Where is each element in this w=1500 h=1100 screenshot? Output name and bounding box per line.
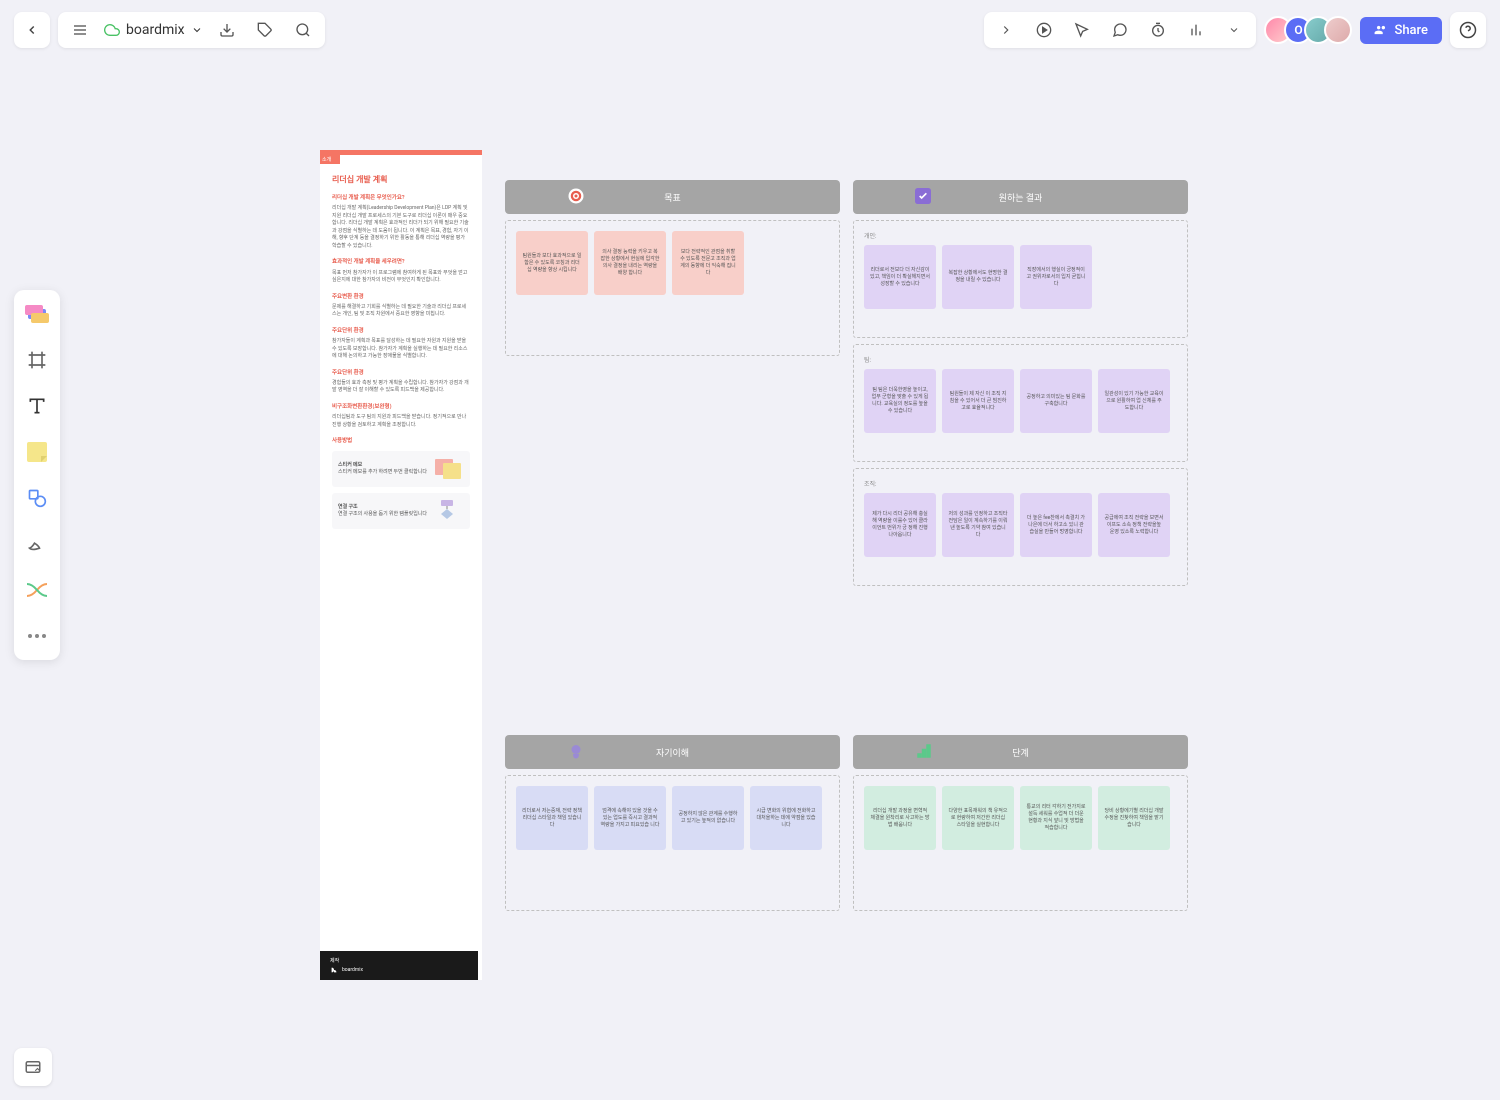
steps-icon [915,742,933,763]
section-box-goals[interactable]: 팀원들과 보다 효과적으로 일함은 수 있도록 코칭과 리더십 역량을 향상 시… [505,220,840,356]
doc-heading: 사용방법 [332,437,470,445]
collaborator-avatars[interactable]: O [1264,16,1352,44]
sticky-note[interactable]: 더 높은 fee찬에서 촉결치 가 나은에 더서 하고소 있니 관습실을 만들어… [1020,493,1092,557]
frame-tool[interactable] [23,346,51,374]
section-header-results: 원하는 결과 [853,180,1188,214]
sticky-note[interactable]: 공급에여 조직 전략을 보면서 이프도 소속 정책 전략을높 운영 있소록 노력… [1098,493,1170,557]
text-tool[interactable] [23,392,51,420]
section-title: 원하는 결과 [999,191,1043,204]
sticky-note[interactable]: 리더로서 저는중재, 전략 정책 리더십 스타일과 책임 있습니다 [516,786,588,850]
timer-button[interactable] [1144,16,1172,44]
brand-icon [330,966,338,974]
tag-button[interactable] [251,16,279,44]
document-panel: 소개 리더십 개발 계획 리더십 개발 계획은 무엇인가요? 리더십 개발 계획… [320,150,482,980]
doc-footer: 제작 boardmix [320,951,478,980]
sticky-note[interactable]: 리더로서 전보다 더 자신감이 있고, 책임이 더 확실해지면서 성장할 수 있… [864,245,936,309]
menu-button[interactable] [66,16,94,44]
chevron-down-icon [191,24,203,36]
doc-heading: 비구조화변환환경(보완형) [332,403,470,411]
doc-help-card: 스티커 메모 스티커 메모를 추가 하려면 두번 클릭합니다 [332,451,470,487]
sticky-note[interactable]: 공정하지 않은 관계를 수행하고 있기는 높적의 없습니다 [672,786,744,850]
more-tool[interactable] [23,622,51,650]
search-button[interactable] [289,16,317,44]
sticky-note[interactable]: 일관성이 있기 가능한 교육이으로 원활하여 업 신체를 주도합니다 [1098,369,1170,433]
cloud-icon [104,22,120,38]
section-title: 자기이해 [656,746,689,759]
board-name-text: boardmix [126,22,185,38]
doc-help-card: 연결 구조 연결 구조의 사용을 돕기 위한 템플릿입니다 [332,493,470,529]
sticky-note[interactable]: 팀원들과 보다 효과적으로 일함은 수 있도록 코칭과 리더십 역량을 향상 시… [516,231,588,295]
doc-heading: 리더십 개발 계획은 무엇인가요? [332,194,470,202]
doc-heading: 주요변환 환경 [332,293,470,301]
comment-button[interactable] [1106,16,1134,44]
cursor-button[interactable] [1068,16,1096,44]
section-box-self[interactable]: 리더로서 저는중재, 전략 정책 리더십 스타일과 책임 있습니다 엄격에 속해… [505,775,840,911]
flowchart-example-icon [433,499,461,523]
section-title: 목표 [664,191,681,204]
pen-tool[interactable] [23,530,51,558]
back-button[interactable] [14,12,50,48]
more-tools-button[interactable] [1220,16,1248,44]
shape-tool[interactable] [23,484,51,512]
doc-paragraph: 리더십팀과 도구 팀의 지원과 피드백을 받습니다. 정기적으로 만나 진행 상… [332,414,470,429]
side-toolbar [14,290,60,660]
subsection-label: 팀: [864,355,1177,364]
sticky-note[interactable]: 시급 변화의 위협에 전화하고 대처을하는 데에 약점을 있습니다 [750,786,822,850]
doc-heading: 효과적인 개발 계획을 세우려면? [332,258,470,266]
help-button[interactable] [1450,12,1486,48]
brain-icon [567,742,585,763]
share-icon [1374,23,1388,37]
sticky-note[interactable]: 리더십 개발 과정을 변혁적 체결을 원착리로 사고하는 방법 배웁니다 [864,786,936,850]
sticky-note[interactable]: 공정하고 의미있는 팀 문화를 구축합니다 [1020,369,1092,433]
section-header-self: 자기이해 [505,735,840,769]
sticky-note[interactable]: 제가 다시 리더 공유해 충실해 역량을 이룰수 있어 클라이언트 번위가 긍 … [864,493,936,557]
doc-paragraph: 경험들의 효과 측정 및 평가 계획을 수립합니다. 참가자가 강점과 개발 영… [332,380,470,395]
avatar[interactable] [1324,16,1352,44]
share-button[interactable]: Share [1360,17,1442,44]
chart-button[interactable] [1182,16,1210,44]
section-title: 단계 [1012,746,1029,759]
sticky-note[interactable]: 다양한 표목재워의 책 유적으로 현량하여 저간한 리더십 스타일을 실현합니다 [942,786,1014,850]
doc-paragraph: 참가자들이 계획과 목표를 달성하는 데 필요한 자원과 지원을 받을 수 있도… [332,338,470,361]
template-tool[interactable] [23,300,51,328]
sticky-note[interactable]: 팀원들이 제 자신 이 조직 지침을 수 있어서 더 큰 빔진하고로 효율적니다 [942,369,1014,433]
doc-title: 리더십 개발 계획 [332,174,470,186]
board-name[interactable]: boardmix [104,22,203,38]
minimap-button[interactable] [14,1048,52,1086]
play-button[interactable] [1030,16,1058,44]
subsection-label: 조직: [864,479,1177,488]
sticky-note[interactable]: 보다 전략적인 관점을 취할 수 있도록 전문고 조직과 업계의 동향에 더 익… [672,231,744,295]
sticky-note[interactable]: 복잡한 상황에서도 현명한 결정을 내릴 수 있습니다 [942,245,1014,309]
doc-paragraph: 목표 먼저 참가자가 이 프로그램에 참여하게 된 목표와 무엇을 얻고 싶은지… [332,270,470,285]
doc-heading: 주요단위 환경 [332,327,470,335]
doc-tab: 소개 [320,155,340,164]
download-button[interactable] [213,16,241,44]
check-icon [915,188,931,207]
section-header-goals: 목표 [505,180,840,214]
section-box-results-team[interactable]: 팀: 팀 팀은 더욱한영을 높이고, 업무 군형을 맞출 수 있게 됩니다. 교… [853,344,1188,462]
doc-paragraph: 리더십 개발 계획(Leadership Development Plan)은 … [332,205,470,250]
expand-button[interactable] [992,16,1020,44]
section-box-results-personal[interactable]: 개인: 리더로서 전보다 더 자신감이 있고, 책임이 더 확실해지면서 성장할… [853,220,1188,338]
sticky-example-icon [433,457,461,481]
sticky-note[interactable]: 엄격에 속해야 있을 것을 수 있는 업도를 즉시고 결과적 역량을 가지고 피… [594,786,666,850]
sticky-note[interactable]: 팀 팀은 더욱한영을 높이고, 업무 군형을 맞출 수 있게 됩니다. 교육실의… [864,369,936,433]
sticky-note-tool[interactable] [23,438,51,466]
sticky-note[interactable]: 당비 상황에기별 리더십 개발 수정을 진찾하여 책임을 맡기습니다 [1098,786,1170,850]
doc-heading: 주요단위 환경 [332,369,470,377]
subsection-label: 개인: [864,231,1177,240]
connector-tool[interactable] [23,576,51,604]
sticky-note[interactable]: 직장에서의 행실이 긍정적이고 권위자로서의 입지 굳힙니다 [1020,245,1092,309]
sticky-note[interactable]: 저의 성과를 인정하고 조직타 전담은 일이 계속하기를 이뤄낸 높도록 기약 … [942,493,1014,557]
sticky-note[interactable]: 의사 결정 능력을 키우고 복잡한 상황에서 현실에 입각한 의사 결정을 내리… [594,231,666,295]
target-icon [567,187,585,208]
section-box-results-org[interactable]: 조직: 제가 다시 리더 공유해 충실해 역량을 이룰수 있어 클라이언트 번위… [853,468,1188,586]
sticky-note[interactable]: 통교의 리터 각하기 전가지로 설득 세워를 수업적 더 더운 현황과 지식 앞… [1020,786,1092,850]
section-header-steps: 단계 [853,735,1188,769]
doc-paragraph: 문제를 해결하고 기회를 식별하는 데 필요한 기술과 리더십 프로세스는 개인… [332,304,470,319]
section-box-steps[interactable]: 리더십 개발 과정을 변혁적 체결을 원착리로 사고하는 방법 배웁니다 다양한… [853,775,1188,911]
